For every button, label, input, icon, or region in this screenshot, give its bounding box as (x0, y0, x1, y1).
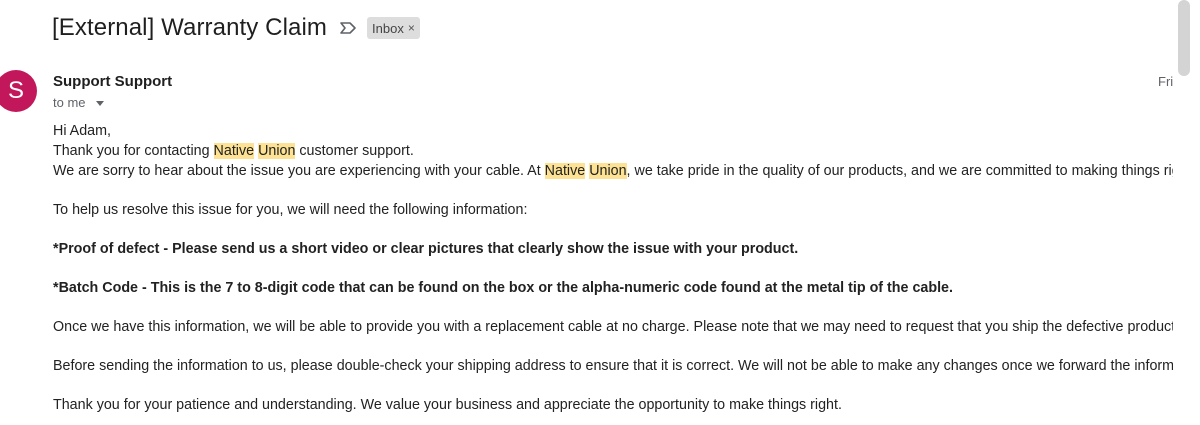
requirement-item: *Batch Code - This is the 7 to 8-digit c… (53, 280, 953, 296)
body-paragraph: Once we have this information, we will b… (53, 319, 1173, 335)
greeting: Hi Adam, (53, 123, 112, 139)
email-subject: [External] Warranty Claim (52, 14, 328, 41)
email-body: Hi Adam, Thank you for contacting Native… (53, 121, 1173, 415)
body-line: We are sorry to hear about the issue you… (53, 163, 1173, 179)
body-paragraph: Before sending the information to us, pl… (53, 358, 1173, 374)
requirement-item: *Proof of defect - Please send us a shor… (53, 241, 799, 257)
scrollbar[interactable] (1178, 0, 1190, 76)
highlighted-term: Union (589, 163, 627, 179)
subject-row: [External] Warranty Claim Inbox × (52, 10, 420, 46)
body-line: To help us resolve this issue for you, w… (53, 202, 528, 218)
highlighted-term: Native (213, 143, 255, 159)
recipient-details[interactable]: to me (53, 95, 104, 110)
sender-name[interactable]: Support Support (53, 73, 172, 90)
avatar[interactable]: S (0, 70, 37, 112)
body-line: Thank you for contacting Native Union cu… (53, 143, 414, 159)
recipient-label: to me (53, 95, 86, 110)
body-paragraph: Thank you for your patience and understa… (53, 397, 842, 413)
important-marker-icon[interactable] (339, 19, 357, 37)
remove-label-icon[interactable]: × (408, 21, 415, 35)
highlighted-term: Native (544, 163, 586, 179)
caret-down-icon[interactable] (95, 100, 104, 106)
inbox-label-chip[interactable]: Inbox × (367, 17, 420, 39)
highlighted-term: Union (258, 143, 296, 159)
email-date: Fri (1158, 74, 1174, 89)
label-chip-text: Inbox (372, 20, 404, 36)
